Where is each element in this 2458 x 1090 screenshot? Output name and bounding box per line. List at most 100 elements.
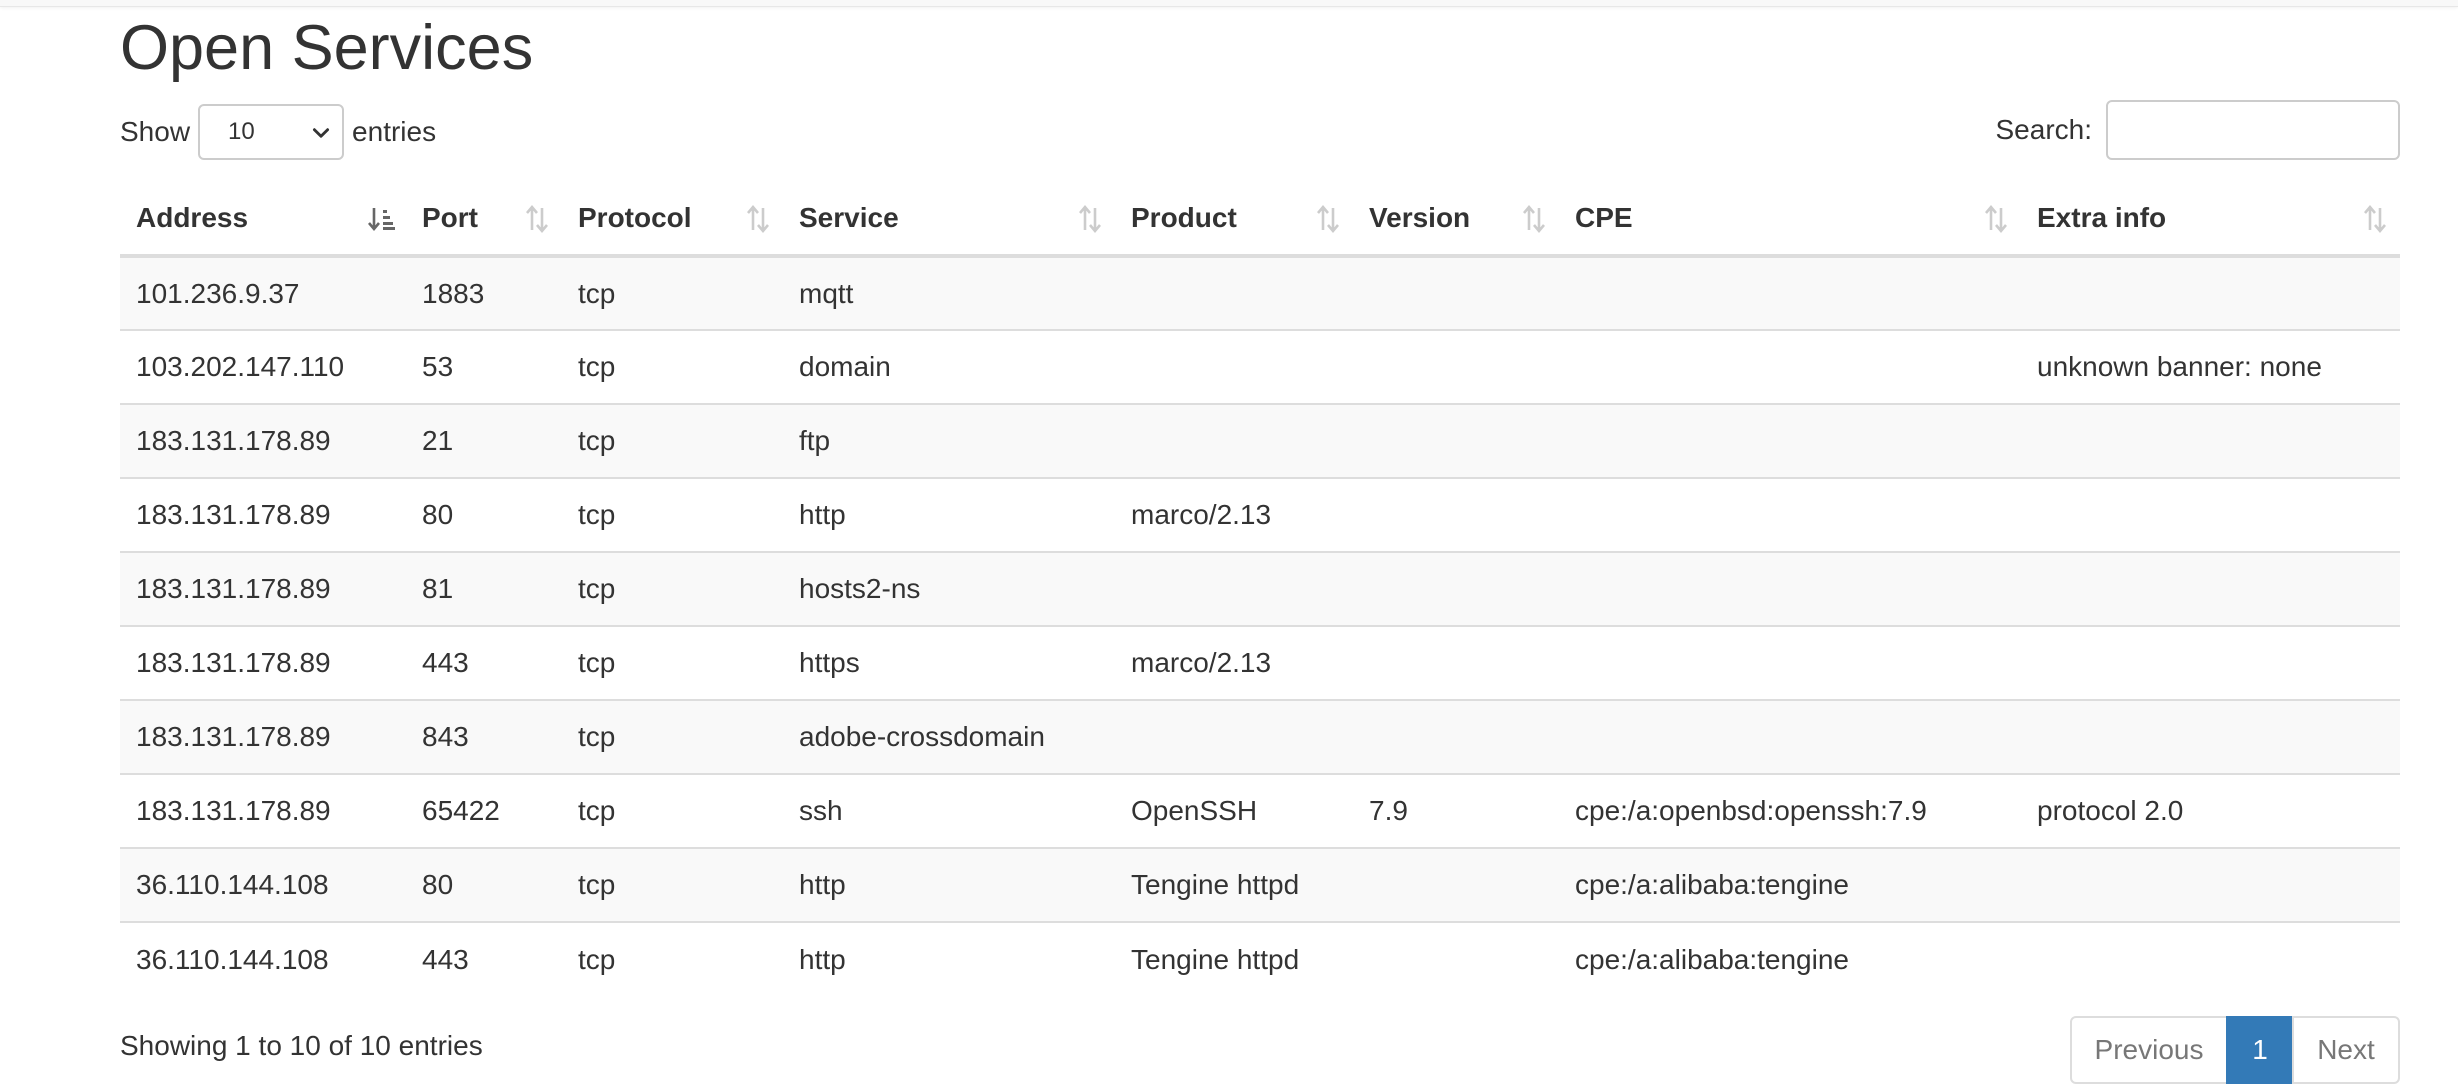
- cell-service: http: [783, 921, 1115, 996]
- cell-protocol: tcp: [562, 699, 783, 774]
- cell-extra-info: protocol 2.0: [2021, 773, 2400, 848]
- cell-extra-info: [2021, 699, 2400, 774]
- entries-length-control: Show 10 entries: [120, 102, 436, 162]
- table-row: 103.202.147.110 53 tcp domain unknown banner…: [120, 329, 2400, 404]
- column-header-cpe[interactable]: CPE: [1559, 182, 2021, 258]
- search-control: Search:: [1995, 100, 2400, 160]
- cell-address: 183.131.178.89: [120, 625, 406, 700]
- cell-extra-info: [2021, 477, 2400, 552]
- sort-both-icon: [1317, 204, 1339, 234]
- cell-version: [1353, 403, 1559, 478]
- column-header-version[interactable]: Version: [1353, 182, 1559, 258]
- cell-product: Tengine httpd: [1115, 921, 1353, 996]
- column-header-label: Service: [799, 202, 899, 233]
- column-header-label: Version: [1369, 202, 1471, 233]
- cell-cpe: cpe:/a:openbsd:openssh:7.9: [1559, 773, 2021, 848]
- cell-port: 80: [406, 477, 562, 552]
- cell-address: 36.110.144.108: [120, 847, 406, 922]
- table-body: 101.236.9.37 1883 tcp mqtt 103.202.147.110 53…: [120, 256, 2400, 996]
- cell-product: Tengine httpd: [1115, 847, 1353, 922]
- cell-port: 843: [406, 699, 562, 774]
- entries-select[interactable]: 10: [198, 104, 345, 160]
- column-header-extra-info[interactable]: Extra info: [2021, 182, 2400, 258]
- cell-version: [1353, 256, 1559, 330]
- column-header-label: Protocol: [578, 202, 692, 233]
- services-table: Address Port Protocol Service Product Ve…: [120, 182, 2400, 996]
- cell-port: 81: [406, 551, 562, 626]
- cell-cpe: [1559, 256, 2021, 330]
- cell-cpe: cpe:/a:alibaba:tengine: [1559, 847, 2021, 922]
- cell-product: [1115, 403, 1353, 478]
- cell-protocol: tcp: [562, 329, 783, 404]
- column-header-protocol[interactable]: Protocol: [562, 182, 783, 258]
- column-header-label: Port: [422, 202, 478, 233]
- cell-protocol: tcp: [562, 256, 783, 330]
- table-row: 183.131.178.89 21 tcp ftp: [120, 403, 2400, 478]
- cell-service: ssh: [783, 773, 1115, 848]
- cell-product: OpenSSH: [1115, 773, 1353, 848]
- table-row: 36.110.144.108 80 tcp http Tengine httpd cpe:…: [120, 847, 2400, 922]
- cell-service: domain: [783, 329, 1115, 404]
- page-1-button[interactable]: 1: [2226, 1016, 2294, 1084]
- column-header-port[interactable]: Port: [406, 182, 562, 258]
- cell-address: 183.131.178.89: [120, 403, 406, 478]
- cell-extra-info: [2021, 847, 2400, 922]
- cell-service: ftp: [783, 403, 1115, 478]
- cell-protocol: tcp: [562, 625, 783, 700]
- cell-port: 21: [406, 403, 562, 478]
- cell-version: [1353, 551, 1559, 626]
- cell-address: 103.202.147.110: [120, 329, 406, 404]
- cell-protocol: tcp: [562, 847, 783, 922]
- table-row: 183.131.178.89 443 tcp https marco/2.13: [120, 625, 2400, 700]
- column-header-service[interactable]: Service: [783, 182, 1115, 258]
- sort-both-icon: [747, 204, 769, 234]
- cell-extra-info: [2021, 551, 2400, 626]
- cell-port: 1883: [406, 256, 562, 330]
- cell-version: [1353, 625, 1559, 700]
- table-row: 101.236.9.37 1883 tcp mqtt: [120, 256, 2400, 330]
- column-header-address[interactable]: Address: [120, 182, 406, 258]
- cell-service: http: [783, 477, 1115, 552]
- cell-version: 7.9: [1353, 773, 1559, 848]
- cell-address: 101.236.9.37: [120, 256, 406, 330]
- cell-address: 183.131.178.89: [120, 477, 406, 552]
- cell-cpe: [1559, 329, 2021, 404]
- search-label: Search:: [1995, 114, 2093, 145]
- cell-extra-info: [2021, 921, 2400, 996]
- chevron-down-icon: [313, 128, 330, 138]
- cell-version: [1353, 477, 1559, 552]
- sort-ascending-icon: [368, 208, 395, 232]
- top-navbar-edge: [0, 0, 2458, 7]
- cell-version: [1353, 699, 1559, 774]
- cell-port: 443: [406, 625, 562, 700]
- cell-cpe: [1559, 551, 2021, 626]
- cell-service: mqtt: [783, 256, 1115, 330]
- cell-cpe: [1559, 625, 2021, 700]
- search-input[interactable]: [2106, 100, 2400, 160]
- show-label: Show: [120, 116, 191, 147]
- cell-extra-info: [2021, 403, 2400, 478]
- table-info: Showing 1 to 10 of 10 entries: [120, 1030, 483, 1061]
- cell-product: [1115, 256, 1353, 330]
- page-title: Open Services: [120, 13, 534, 83]
- cell-version: [1353, 921, 1559, 996]
- cell-port: 443: [406, 921, 562, 996]
- entries-select-value: 10: [228, 118, 255, 145]
- cell-service: adobe-crossdomain: [783, 699, 1115, 774]
- column-header-product[interactable]: Product: [1115, 182, 1353, 258]
- cell-service: hosts2-ns: [783, 551, 1115, 626]
- cell-product: marco/2.13: [1115, 477, 1353, 552]
- cell-service: https: [783, 625, 1115, 700]
- cell-extra-info: [2021, 256, 2400, 330]
- cell-protocol: tcp: [562, 551, 783, 626]
- table-row: 183.131.178.89 80 tcp http marco/2.13: [120, 477, 2400, 552]
- table-row: 183.131.178.89 843 tcp adobe-crossdomain: [120, 699, 2400, 774]
- table-row: 36.110.144.108 443 tcp http Tengine httpd cpe…: [120, 921, 2400, 996]
- cell-protocol: tcp: [562, 921, 783, 996]
- next-page-button[interactable]: Next: [2292, 1016, 2400, 1084]
- sort-both-icon: [1079, 204, 1101, 234]
- table-row: 183.131.178.89 65422 tcp ssh OpenSSH 7.9 cpe:/…: [120, 773, 2400, 848]
- column-header-label: Product: [1131, 202, 1237, 233]
- cell-product: [1115, 699, 1353, 774]
- previous-page-button[interactable]: Previous: [2070, 1016, 2228, 1084]
